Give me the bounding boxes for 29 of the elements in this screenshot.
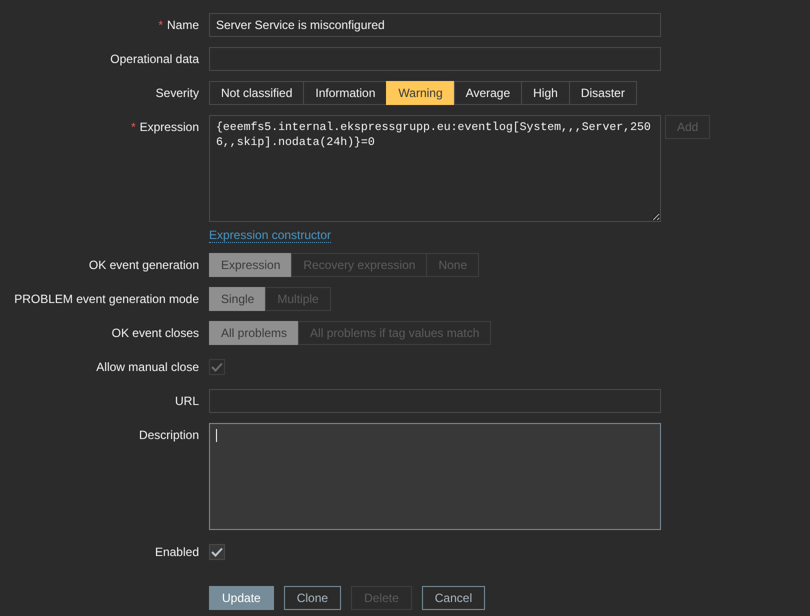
field-label: OK event generation — [88, 258, 199, 272]
field-label: PROBLEM event generation mode — [14, 292, 199, 306]
input-field[interactable]: Server Service is misconfigured — [209, 13, 661, 37]
required-mark: * — [130, 120, 136, 134]
segment-option[interactable]: Information — [303, 81, 388, 105]
segment-option[interactable]: Average — [454, 81, 522, 105]
required-mark: * — [158, 18, 163, 32]
field-label: Severity — [156, 86, 199, 100]
expression-constructor-link[interactable]: Expression constructor — [209, 228, 332, 243]
field-label: URL — [174, 394, 199, 408]
checkbox[interactable] — [209, 544, 225, 560]
description-field[interactable] — [209, 423, 661, 530]
segment-option[interactable]: Not classified — [209, 81, 304, 105]
field-label: Description — [138, 428, 199, 442]
input-field[interactable] — [209, 47, 661, 71]
segment-option[interactable]: High — [521, 81, 570, 105]
expression-field[interactable]: {eeemfs5.internal.ekspressgrupp.eu:eventlog[System,,,Server,2506,,skip].nodata(24h)}=0 — [209, 115, 661, 222]
field-label: Expression — [140, 120, 199, 134]
field-label: Operational data — [110, 52, 199, 66]
field-label: Enabled — [154, 545, 199, 559]
field-label: Name — [166, 18, 199, 32]
input-field[interactable] — [209, 389, 661, 413]
field-label: Allow manual close — [96, 360, 199, 374]
segment-option[interactable]: Warning — [386, 81, 455, 105]
action-button[interactable]: Update — [209, 586, 274, 610]
action-button[interactable]: Cancel — [422, 586, 486, 610]
action-button[interactable]: Clone — [284, 586, 342, 610]
field-label: OK event closes — [112, 326, 199, 340]
segment-option[interactable]: Disaster — [568, 81, 637, 105]
